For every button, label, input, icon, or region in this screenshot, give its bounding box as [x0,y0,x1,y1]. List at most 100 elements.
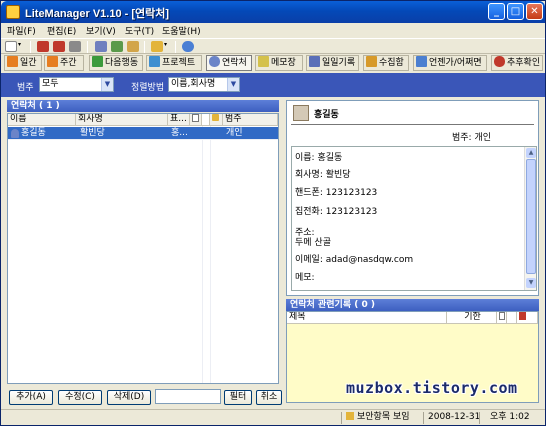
sort-select[interactable]: 이름,회사명 ▼ [168,77,240,92]
col-header-category[interactable]: 범주 [223,114,278,126]
minimize-button[interactable]: _ [488,3,505,20]
project-icon [149,56,160,67]
category-filter-select[interactable]: 모두 ▼ [39,77,114,92]
close-button[interactable]: ✕ [526,3,543,20]
grid-line [210,126,211,383]
detail-scrollbar[interactable]: ▲ ▼ [524,147,536,290]
col-header-name[interactable]: 이름 [8,114,76,126]
sort-value: 이름,회사명 [171,79,216,89]
contact-extra-cell: 홍... [171,128,188,138]
grid-line [202,126,203,383]
settings-icon[interactable] [127,41,139,52]
lock-icon[interactable] [151,41,163,52]
scroll-down-icon[interactable]: ▼ [526,278,536,288]
table-row[interactable]: 홍길동 활빈당 홍... 개인 [8,127,278,140]
memo-label: 메모장 [271,58,296,68]
sort-label: 정렬방법 [131,83,165,93]
view-toolbar: 일간 주간 다음행동 프로젝트 연락처 메모장 일일기록 수집함 언젠가/어쩌면… [1,54,545,72]
security-status: 보안항목 보임 [341,412,421,424]
inbox-button[interactable]: 수집함 [363,55,409,71]
window-title: LiteManager V1.10 - [연락처] [25,8,170,20]
person-icon [209,56,220,67]
question-icon [416,56,427,67]
title-bar: LiteManager V1.10 - [연락처] _ □ ✕ [1,1,545,23]
someday-label: 언젠가/어쩌면 [429,58,482,68]
lock-icon [346,412,354,420]
search-icon[interactable] [182,41,194,52]
maximize-button[interactable]: □ [507,3,524,20]
filter-button[interactable]: 필터 [224,390,252,405]
col-header-extra[interactable]: 표... [168,114,190,126]
print-icon[interactable] [69,41,81,52]
menu-view[interactable]: 보기(V) [86,24,116,37]
project-button[interactable]: 프로젝트 [146,55,202,71]
card-view-icon[interactable] [95,41,107,52]
contact-list-grid: 이름 회사명 표... 범주 홍길동 활빈당 홍... 개인 [7,113,279,384]
detail-line: 두메 산골 [295,238,331,248]
new-icon[interactable] [5,41,17,52]
filter-input[interactable] [155,389,221,404]
status-time: 오후 1:02 [479,412,539,424]
contact-category-cell: 개인 [226,128,243,138]
next-action-button[interactable]: 다음행동 [89,55,143,71]
divider [291,124,534,125]
note-icon [192,114,199,122]
watermark: muzbox.tistory.com [346,379,518,397]
delete-button[interactable]: 삭제(D) [107,390,151,405]
col-header-title[interactable]: 제목 [287,312,447,324]
inbox-icon [366,56,377,67]
calendar-icon [7,56,18,67]
followup-button[interactable]: 추후확인 [491,55,543,71]
memo-button[interactable]: 메모장 [255,55,303,71]
dropdown-arrow-icon[interactable]: ▾ [18,41,24,52]
col-header-due[interactable]: 기한 [447,312,497,324]
dropdown-arrow-icon[interactable]: ▾ [164,41,170,52]
col-header-note[interactable] [497,312,507,324]
scroll-thumb[interactable] [526,159,536,274]
add-button[interactable]: 추가(A) [9,390,53,405]
col-header-lock[interactable] [210,114,223,126]
menu-file[interactable]: 파일(F) [7,24,36,37]
export-icon[interactable] [53,41,65,52]
daily-label: 일간 [20,58,37,68]
col-header-note-icon[interactable] [190,114,202,126]
toolbar-separator [87,41,88,53]
security-status-text: 보안항목 보임 [357,412,410,422]
menu-help[interactable]: 도움말(H) [162,24,201,37]
attachment-icon [519,312,526,320]
note-icon [499,312,505,320]
someday-button[interactable]: 언젠가/어쩌면 [413,55,487,71]
col-header-spacer [202,114,210,126]
contact-list-header: 연락처 ( 1 ) [7,100,279,112]
app-window: LiteManager V1.10 - [연락처] _ □ ✕ 파일(F) 편집… [0,0,546,426]
contacts-label: 연락처 [222,58,247,68]
cancel-filter-button[interactable]: 취소 [256,390,282,405]
chevron-down-icon: ▼ [101,78,113,91]
contact-detail-panel: 홍길동 범주: 개인 이름: 홍길동 회사명: 활빈당 핸드폰: 1231231… [286,100,539,296]
import-icon[interactable] [37,41,49,52]
category-filter-label: 범주 [17,83,34,93]
contacts-button[interactable]: 연락처 [206,55,252,71]
edit-button[interactable]: 수정(C) [58,390,102,405]
detail-line: 이메일: adad@nasdqw.com [295,255,414,265]
weekly-button[interactable]: 주간 [44,55,84,71]
col-header-spacer [507,312,517,324]
detail-line: 이름: 홍길동 [295,153,343,163]
detail-line: 메모: [295,273,315,283]
menu-bar: 파일(F) 편집(E) 보기(V) 도구(T) 도움말(H) [1,23,545,38]
detail-line: 회사명: 활빈당 [295,170,351,180]
daily-button[interactable]: 일간 [4,55,42,71]
list-view-icon[interactable] [111,41,123,52]
menu-tools[interactable]: 도구(T) [125,24,154,37]
contact-name-cell: 홍길동 [21,128,46,138]
col-header-company[interactable]: 회사명 [76,114,168,126]
app-icon [6,5,20,19]
menu-edit[interactable]: 편집(E) [47,24,76,37]
col-header-attach[interactable] [517,312,538,324]
project-label: 프로젝트 [162,58,196,68]
daily-log-button[interactable]: 일일기록 [306,55,359,71]
icon-toolbar: ▾ ▾ [1,38,545,54]
log-icon [309,56,320,67]
detail-text-area[interactable]: 이름: 홍길동 회사명: 활빈당 핸드폰: 123123123 집전화: 123… [291,146,537,291]
scroll-up-icon[interactable]: ▲ [526,148,536,158]
